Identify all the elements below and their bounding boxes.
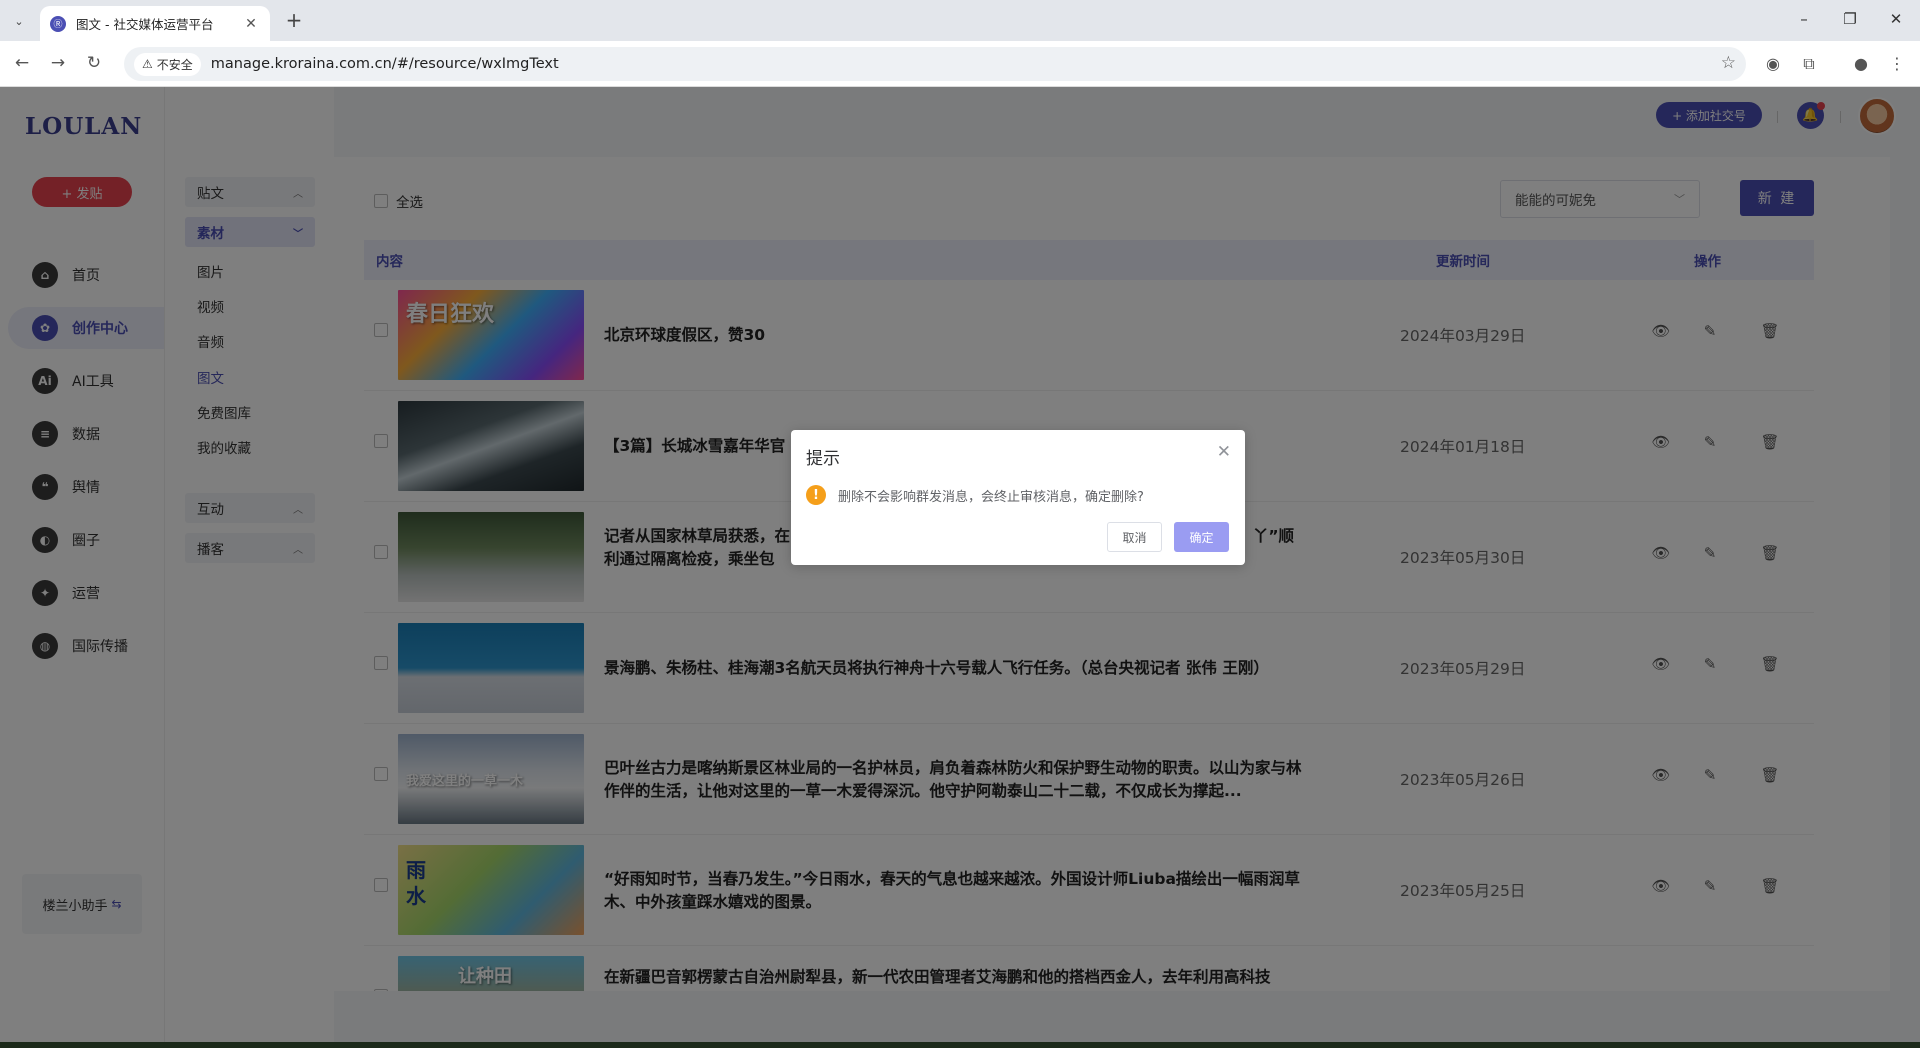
url-text[interactable]: manage.kroraina.com.cn/#/resource/wxImgT… (211, 56, 559, 72)
dialog-message: ! 删除不会影响群发消息，会终止审核消息，确定删除? (806, 485, 1144, 505)
reload-icon[interactable]: ↻ (83, 53, 105, 73)
confirm-delete-dialog: 提示 ✕ ! 删除不会影响群发消息，会终止审核消息，确定删除? 取消 确定 (791, 430, 1245, 565)
tab-search-chevron-icon[interactable]: ⌄ (8, 10, 30, 32)
warning-triangle-icon: ⚠ (142, 57, 153, 71)
tab-close-icon[interactable]: ✕ (242, 16, 260, 32)
browser-address-bar: ← → ↻ ⚠ 不安全 manage.kroraina.com.cn/#/res… (0, 41, 1920, 87)
url-omnibox[interactable]: ⚠ 不安全 manage.kroraina.com.cn/#/resource/… (124, 47, 1746, 81)
forward-arrow-icon[interactable]: → (47, 53, 69, 73)
back-arrow-icon[interactable]: ← (11, 53, 33, 73)
dialog-message-text: 删除不会影响群发消息，会终止审核消息，确定删除? (838, 489, 1144, 505)
browser-menu-icon[interactable]: ⋮ (1886, 54, 1908, 73)
bookmark-star-icon[interactable]: ☆ (1721, 53, 1736, 73)
security-indicator[interactable]: ⚠ 不安全 (134, 52, 201, 76)
cancel-button[interactable]: 取消 (1107, 522, 1162, 552)
tab-title: 图文 - 社交媒体运营平台 (76, 17, 214, 32)
tab-favicon-icon: Ⓡ (50, 15, 66, 32)
os-taskbar (0, 1042, 1920, 1048)
new-tab-plus-icon[interactable]: + (282, 9, 306, 33)
restore-icon[interactable]: ❐ (1840, 10, 1860, 28)
window-close-icon[interactable]: ✕ (1886, 10, 1906, 28)
browser-tabbar: ⌄ Ⓡ 图文 - 社交媒体运营平台 ✕ + – ❐ ✕ (0, 0, 1920, 41)
dialog-title: 提示 (806, 449, 840, 469)
insecure-label: 不安全 (156, 57, 193, 72)
minimize-icon[interactable]: – (1794, 10, 1814, 28)
profile-icon[interactable]: ● (1850, 54, 1872, 73)
extensions-puzzle-icon[interactable]: ⧉ (1798, 54, 1820, 74)
extension-circle-icon[interactable]: ◉ (1762, 54, 1784, 73)
warning-icon: ! (806, 485, 826, 505)
close-icon[interactable]: ✕ (1217, 442, 1231, 462)
confirm-button[interactable]: 确定 (1174, 522, 1229, 552)
browser-tab-active[interactable]: Ⓡ 图文 - 社交媒体运营平台 ✕ (40, 6, 270, 41)
